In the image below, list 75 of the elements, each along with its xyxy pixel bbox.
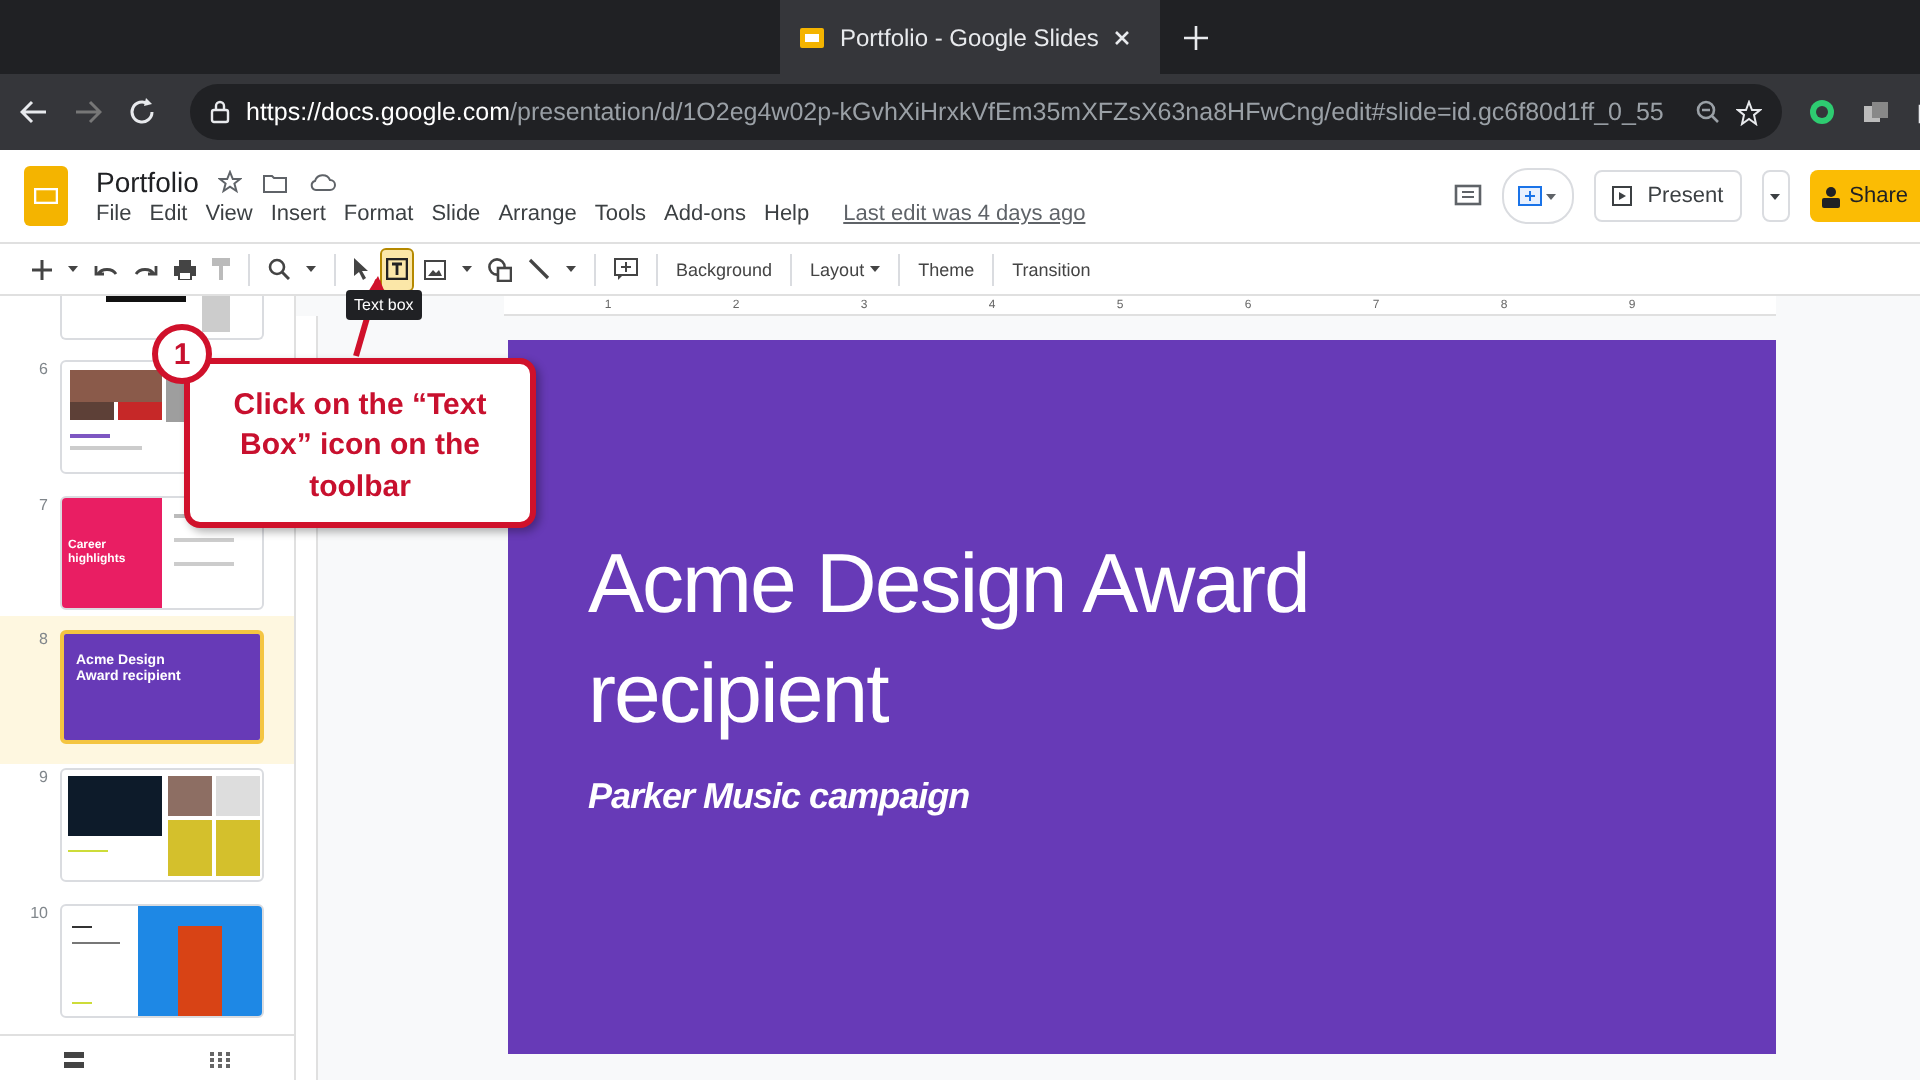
star-icon[interactable] — [218, 170, 243, 194]
filmstrip-view-icon[interactable] — [63, 1052, 84, 1068]
back-icon[interactable] — [20, 100, 48, 124]
cursor-icon — [354, 258, 370, 280]
present-icon — [1611, 186, 1632, 206]
url-text: https://docs.google.com/presentation/d/1O2eg4w02p-kGvhXiHrxkVfEm35mXFZsX63na8HFwCng/edit#slide=id.gc6f80d1ff_0_55 — [246, 98, 1664, 126]
menu-item[interactable]: File — [96, 202, 132, 226]
last-edit-link[interactable]: Last edit was 4 days ago — [843, 202, 1086, 226]
slide-thumbnail[interactable] — [60, 296, 264, 340]
shapes-icon — [488, 257, 512, 281]
line-icon — [528, 258, 550, 280]
add-comment-icon — [614, 258, 638, 280]
redo-icon — [134, 261, 158, 277]
paint-format-icon — [212, 258, 230, 280]
menu-item[interactable]: Edit — [149, 202, 188, 226]
undo-icon — [94, 261, 118, 277]
slide-plus-icon — [1518, 186, 1543, 206]
dropdown-caret-icon[interactable] — [462, 266, 472, 272]
present-button[interactable]: Present — [1593, 170, 1742, 222]
slides-logo-icon — [800, 27, 824, 47]
slide-thumbnail[interactable] — [60, 904, 264, 1018]
slide-number: 10 — [28, 904, 48, 922]
layout-menu-button[interactable]: Layout — [806, 249, 885, 289]
text-box-button[interactable] — [382, 249, 412, 289]
reload-icon[interactable] — [128, 98, 156, 126]
slide-glyph-icon — [34, 188, 58, 204]
person-icon — [1821, 185, 1840, 207]
text-box-icon — [386, 258, 408, 280]
slide-number: 7 — [37, 496, 48, 514]
slide-canvas[interactable]: Acme Design Award recipient Parker Music campaign — [508, 340, 1776, 1054]
cloud-icon[interactable] — [308, 172, 337, 192]
menu-item[interactable]: Slide — [431, 202, 481, 226]
tooltip: Text box — [346, 290, 422, 320]
slide-title[interactable]: Acme Design Award recipient — [588, 530, 1428, 749]
caret-icon — [870, 266, 881, 272]
extension-cards-icon[interactable] — [1861, 98, 1890, 126]
toolbar-text-button[interactable]: Transition — [1008, 249, 1095, 289]
menu-item[interactable]: Tools — [594, 202, 647, 226]
forward-icon[interactable] — [74, 100, 102, 124]
caret-icon — [1770, 193, 1781, 199]
new-slide-button[interactable] — [1501, 168, 1574, 224]
slide-number: 6 — [37, 360, 48, 378]
browser-tab[interactable]: Portfolio - Google Slides — [780, 0, 1160, 74]
share-button[interactable]: Share — [1809, 170, 1920, 222]
menu-item[interactable]: Insert — [270, 202, 326, 226]
close-icon[interactable] — [1114, 29, 1131, 45]
caret-icon — [1546, 193, 1557, 199]
menu-item[interactable]: Arrange — [498, 202, 577, 226]
zoom-icon[interactable] — [1695, 100, 1720, 124]
slide-subtitle[interactable]: Parker Music campaign — [588, 776, 1696, 819]
lock-icon — [210, 100, 230, 124]
menu-item[interactable]: Add-ons — [664, 202, 746, 226]
dropdown-caret-icon[interactable] — [306, 266, 316, 272]
address-bar[interactable]: https://docs.google.com/presentation/d/1O2eg4w02p-kGvhXiHrxkVfEm35mXFZsX63na8HFwCng/edit#slide=id.gc6f80d1ff_0_55 — [190, 84, 1782, 140]
dropdown-caret-icon[interactable] — [68, 266, 78, 272]
plus-icon — [32, 259, 52, 279]
comment-icon[interactable] — [1453, 183, 1482, 209]
zoom-icon — [268, 258, 290, 280]
image-icon — [424, 259, 446, 279]
menu-item[interactable]: Help — [764, 202, 810, 226]
toolbar-text-button[interactable]: Background — [672, 249, 777, 289]
menu-item[interactable]: Format — [343, 202, 414, 226]
document-title[interactable]: Portfolio — [96, 166, 199, 198]
folder-icon[interactable] — [262, 171, 289, 193]
extension-circle-icon[interactable] — [1807, 98, 1836, 126]
slide-thumbnail[interactable] — [60, 768, 264, 882]
plus-icon[interactable] — [1184, 26, 1208, 50]
grid-view-icon[interactable] — [210, 1052, 231, 1068]
slide-number: 9 — [37, 768, 48, 786]
menu-item[interactable]: View — [205, 202, 253, 226]
toolbar-text-button[interactable]: Theme — [914, 249, 979, 289]
tab-title: Portfolio - Google Slides — [840, 23, 1099, 51]
dropdown-caret-icon[interactable] — [566, 266, 576, 272]
slide-number: 8 — [37, 630, 48, 648]
printer-icon — [174, 259, 196, 279]
